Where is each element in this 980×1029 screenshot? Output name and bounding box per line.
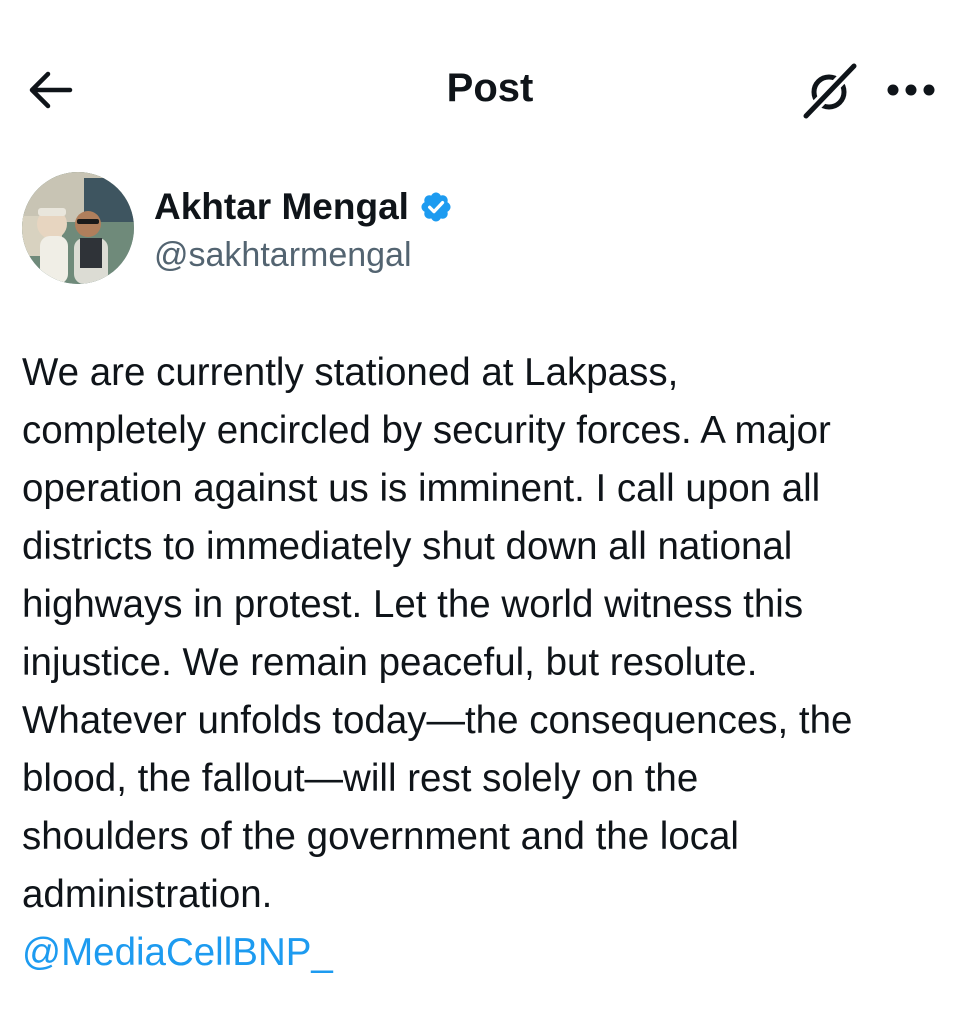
author-name-row[interactable]: Akhtar Mengal (154, 184, 453, 230)
author-handle[interactable]: @sakhtarmengal (154, 234, 412, 276)
more-horizontal-icon (887, 84, 935, 96)
arrow-left-icon (29, 71, 73, 109)
more-options-button[interactable] (878, 62, 944, 118)
grok-icon (800, 60, 860, 120)
grok-button[interactable] (798, 58, 862, 122)
post-text: We are currently stationed at Lakpass, c… (22, 351, 853, 916)
avatar[interactable] (22, 172, 134, 284)
author-name[interactable]: Akhtar Mengal (154, 184, 409, 230)
avatar-photo (22, 172, 134, 284)
mention-link[interactable]: @MediaCellBNP_ (22, 924, 333, 982)
back-button[interactable] (22, 62, 78, 118)
top-navigation-bar: Post (0, 0, 980, 170)
verified-badge-icon (419, 190, 453, 224)
post-author: Akhtar Mengal @sakhtarmengal (22, 172, 922, 284)
